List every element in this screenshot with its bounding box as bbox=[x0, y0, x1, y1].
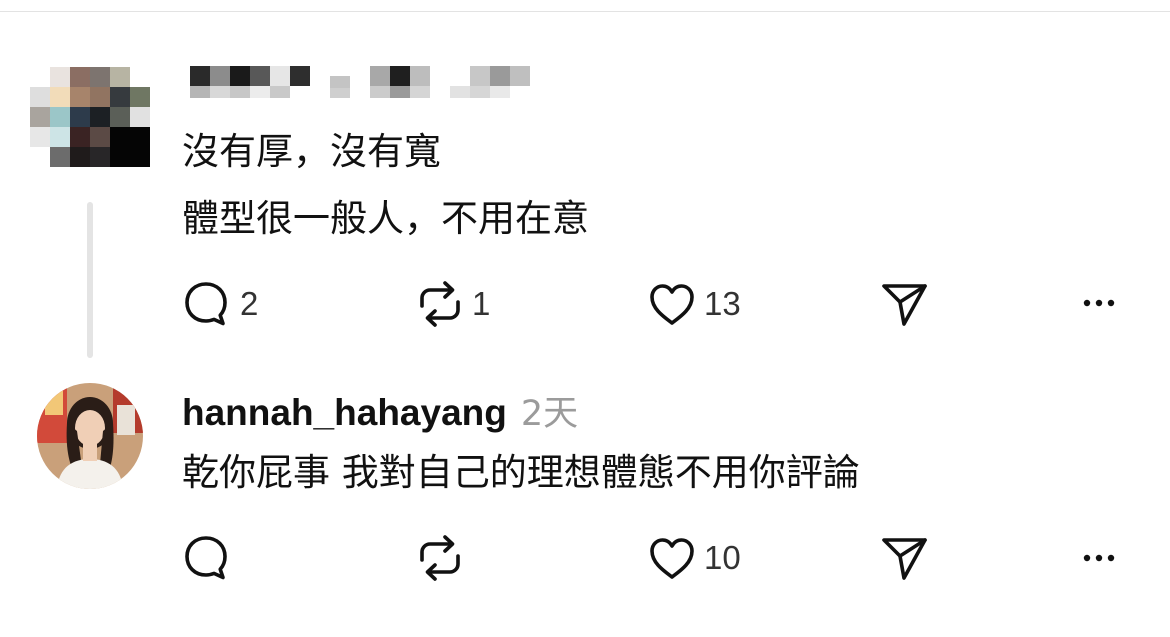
repost-count: 1 bbox=[472, 285, 491, 322]
repost-icon bbox=[420, 535, 460, 581]
username[interactable]: hannah_hahayang bbox=[182, 392, 507, 433]
repost-button[interactable]: 1 bbox=[414, 279, 490, 329]
post-text-line: 沒有厚，沒有寬 bbox=[182, 130, 441, 173]
avatar-pixelated[interactable] bbox=[30, 67, 150, 167]
post-header: hannah_hahayang 2天 bbox=[182, 385, 578, 436]
like-button[interactable]: 10 bbox=[646, 533, 741, 583]
like-count: 10 bbox=[704, 539, 741, 576]
like-count: 13 bbox=[704, 285, 741, 322]
share-button[interactable] bbox=[879, 533, 931, 583]
heart-icon bbox=[650, 284, 694, 325]
post-text-line: 體型很一般人，不用在意 bbox=[182, 197, 589, 240]
share-icon bbox=[882, 538, 927, 580]
top-divider bbox=[0, 11, 1170, 12]
reply-button[interactable]: 2 bbox=[182, 279, 258, 329]
repost-button[interactable] bbox=[414, 533, 466, 583]
more-icon[interactable] bbox=[1079, 293, 1119, 313]
share-button[interactable] bbox=[879, 279, 931, 329]
thread-line bbox=[87, 202, 93, 358]
reply-icon bbox=[185, 282, 227, 326]
post-text-line: 乾你屁事 我對自己的理想體態不用你評論 bbox=[182, 451, 860, 494]
heart-icon bbox=[650, 538, 694, 579]
reply-count: 2 bbox=[240, 285, 259, 322]
share-icon bbox=[882, 284, 927, 326]
like-button[interactable]: 13 bbox=[646, 279, 741, 329]
reply-button[interactable] bbox=[182, 533, 234, 583]
more-icon[interactable] bbox=[1079, 548, 1119, 568]
username-pixelated[interactable] bbox=[182, 66, 542, 98]
reply-icon bbox=[185, 536, 227, 580]
repost-icon bbox=[420, 281, 460, 327]
avatar[interactable] bbox=[37, 383, 143, 489]
timestamp: 2天 bbox=[520, 394, 579, 434]
